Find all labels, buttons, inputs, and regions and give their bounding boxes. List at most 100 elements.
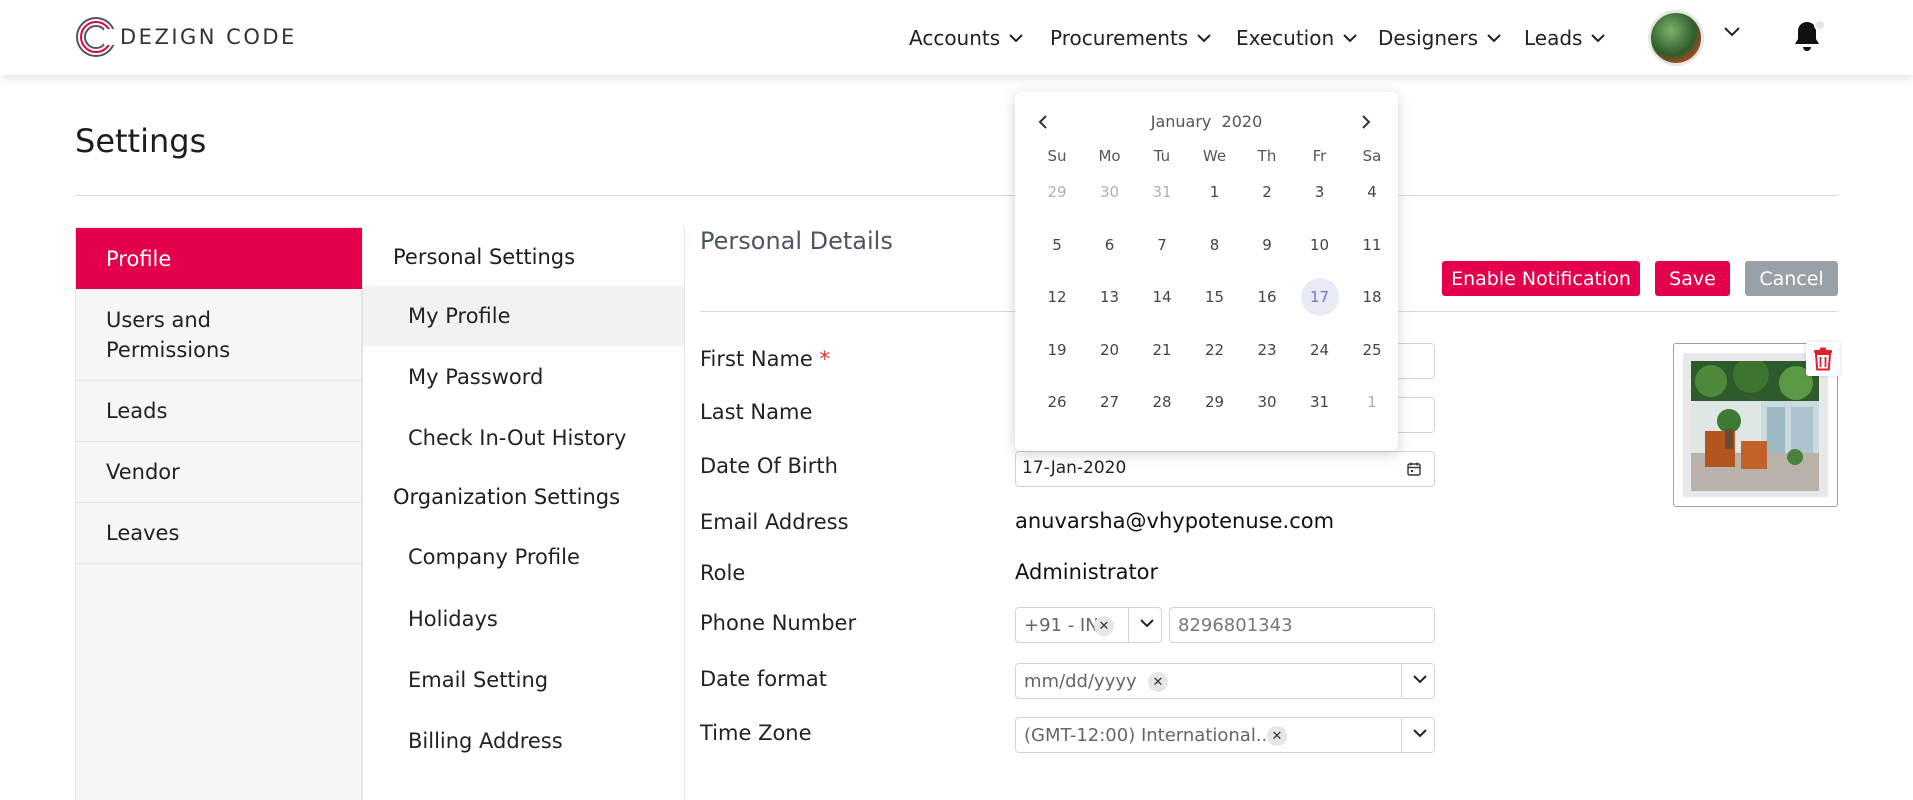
- calendar-day[interactable]: 23: [1248, 331, 1286, 369]
- nav-designers[interactable]: Designers: [1378, 24, 1501, 52]
- sidebar-item-profile[interactable]: Profile: [76, 228, 363, 289]
- divider: [75, 195, 1838, 196]
- chevron-right-icon[interactable]: [1360, 114, 1372, 130]
- email-value: anuvarsha@vhypotenuse.com: [1015, 509, 1335, 533]
- calendar-weekday: Tu: [1153, 147, 1171, 165]
- calendar-day[interactable]: 5: [1038, 226, 1076, 264]
- dob-value: 17-Jan-2020: [1022, 458, 1127, 478]
- close-icon[interactable]: ✕: [1094, 616, 1114, 636]
- date-format-label: Date format: [700, 667, 827, 691]
- submenu-item-my-profile[interactable]: My Profile: [363, 286, 684, 346]
- calendar-day[interactable]: 17: [1300, 278, 1339, 316]
- calendar-day[interactable]: 29: [1196, 383, 1234, 421]
- calendar-day[interactable]: 21: [1143, 331, 1181, 369]
- close-icon[interactable]: ✕: [1267, 726, 1287, 746]
- phone-label: Phone Number: [700, 611, 857, 635]
- sidebar-item-label: Vendor: [106, 460, 180, 484]
- calendar-day[interactable]: 20: [1091, 331, 1129, 369]
- chevron-down-icon[interactable]: [1413, 675, 1427, 684]
- nav-label: Execution: [1236, 26, 1335, 50]
- calendar-day[interactable]: 9: [1248, 226, 1286, 264]
- role-value: Administrator: [1015, 560, 1159, 584]
- nav-label: Procurements: [1050, 26, 1189, 50]
- calendar-day[interactable]: 7: [1143, 226, 1181, 264]
- calendar-day[interactable]: 18: [1353, 278, 1391, 316]
- nav-accounts[interactable]: Accounts: [909, 24, 1023, 52]
- role-label: Role: [700, 561, 746, 585]
- calendar-day[interactable]: 30: [1091, 173, 1129, 211]
- nav-procurements[interactable]: Procurements: [1050, 24, 1211, 52]
- calendar-weekday: Mo: [1098, 147, 1121, 165]
- calendar-day[interactable]: 8: [1196, 226, 1234, 264]
- dob-field[interactable]: 17-Jan-2020: [1015, 451, 1435, 487]
- date-format-value: mm/dd/yyyy: [1024, 671, 1137, 692]
- calendar-day[interactable]: 4: [1353, 173, 1391, 211]
- save-button[interactable]: Save: [1655, 261, 1730, 296]
- submenu-item-check-in-out-history[interactable]: Check In-Out History: [363, 408, 684, 468]
- calendar-day[interactable]: 29: [1038, 173, 1076, 211]
- cancel-button[interactable]: Cancel: [1745, 261, 1838, 296]
- calendar-day[interactable]: 11: [1353, 226, 1391, 264]
- nav-label: Accounts: [909, 26, 1001, 50]
- submenu-item-holidays[interactable]: Holidays: [363, 589, 684, 649]
- calendar-icon[interactable]: [1406, 461, 1422, 477]
- sidebar-item-leads[interactable]: Leads: [76, 381, 363, 442]
- divider: [1401, 718, 1402, 752]
- personal-settings-heading: Personal Settings: [393, 245, 576, 269]
- delete-photo-button[interactable]: [1806, 342, 1840, 376]
- last-name-label: Last Name: [700, 400, 813, 424]
- user-avatar[interactable]: [1648, 10, 1704, 66]
- submenu-item-my-password[interactable]: My Password: [363, 347, 684, 407]
- dob-label: Date Of Birth: [700, 454, 838, 478]
- calendar-day[interactable]: 6: [1091, 226, 1129, 264]
- calendar-day[interactable]: 14: [1143, 278, 1181, 316]
- phone-number-input[interactable]: 8296801343: [1169, 607, 1435, 643]
- calendar-day[interactable]: 25: [1353, 331, 1391, 369]
- sidebar-item-users-and-permissions[interactable]: Users and Permissions: [76, 289, 363, 381]
- calendar-day[interactable]: 31: [1143, 173, 1181, 211]
- close-icon[interactable]: ✕: [1148, 672, 1168, 692]
- chevron-down-icon: [1487, 33, 1501, 42]
- calendar-day[interactable]: 3: [1301, 173, 1339, 211]
- nav-execution[interactable]: Execution: [1236, 24, 1357, 52]
- sidebar-item-vendor[interactable]: Vendor: [76, 442, 363, 503]
- calendar-day[interactable]: 31: [1301, 383, 1339, 421]
- country-code-select[interactable]: +91 - IN ✕: [1015, 607, 1162, 643]
- calendar-day[interactable]: 22: [1196, 331, 1234, 369]
- chevron-down-icon[interactable]: [1413, 729, 1427, 738]
- calendar-day[interactable]: 15: [1196, 278, 1234, 316]
- calendar-day[interactable]: 16: [1248, 278, 1286, 316]
- country-code-value: +91 - IN: [1024, 615, 1099, 636]
- notification-dot: [1814, 19, 1826, 31]
- calendar-day[interactable]: 28: [1143, 383, 1181, 421]
- brand-logo[interactable]: DEZIGN CODE: [74, 15, 297, 59]
- calendar-day[interactable]: 19: [1038, 331, 1076, 369]
- timezone-value: (GMT-12:00) International...: [1024, 725, 1274, 746]
- enable-notification-button[interactable]: Enable Notification: [1442, 261, 1640, 296]
- timezone-select[interactable]: (GMT-12:00) International... ✕: [1015, 717, 1435, 753]
- submenu-item-label: My Profile: [408, 304, 511, 328]
- calendar-day[interactable]: 30: [1248, 383, 1286, 421]
- divider: [1401, 664, 1402, 698]
- calendar-day[interactable]: 24: [1301, 331, 1339, 369]
- calendar-day[interactable]: 26: [1038, 383, 1076, 421]
- phone-number-value: 8296801343: [1178, 615, 1293, 636]
- calendar-day[interactable]: 27: [1091, 383, 1129, 421]
- nav-leads[interactable]: Leads: [1524, 24, 1606, 52]
- chevron-down-icon[interactable]: [1140, 619, 1154, 628]
- calendar-day[interactable]: 1: [1353, 383, 1391, 421]
- calendar-day[interactable]: 1: [1196, 173, 1234, 211]
- calendar-day[interactable]: 12: [1038, 278, 1076, 316]
- submenu-item-billing-address[interactable]: Billing Address: [363, 711, 684, 771]
- sidebar-item-leaves[interactable]: Leaves: [76, 503, 363, 564]
- settings-submenu: Personal Settings My Profile My Password…: [362, 227, 685, 800]
- calendar-weekday: Th: [1257, 147, 1277, 165]
- submenu-item-email-setting[interactable]: Email Setting: [363, 650, 684, 710]
- calendar-day[interactable]: 10: [1301, 226, 1339, 264]
- calendar-day[interactable]: 13: [1091, 278, 1129, 316]
- calendar-weekday: We: [1202, 147, 1227, 165]
- calendar-day[interactable]: 2: [1248, 173, 1286, 211]
- date-format-select[interactable]: mm/dd/yyyy ✕: [1015, 663, 1435, 699]
- submenu-item-company-profile[interactable]: Company Profile: [363, 527, 684, 587]
- chevron-down-icon[interactable]: [1724, 27, 1740, 37]
